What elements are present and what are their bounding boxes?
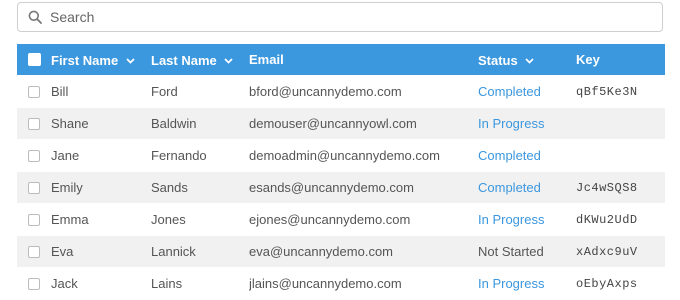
search-box[interactable] (17, 2, 663, 32)
row-select-cell (17, 85, 51, 98)
email-cell: demouser@uncannyowl.com (249, 116, 417, 131)
first-name-cell: Shane (51, 116, 89, 131)
last-name-cell: Jones (151, 212, 186, 227)
status-link[interactable]: Completed (478, 148, 576, 163)
table-row[interactable]: Emma Jones ejones@uncannydemo.com In Pro… (17, 204, 665, 236)
key-cell: Jc4wSQS8 (576, 180, 638, 195)
column-header-email[interactable]: Email (249, 52, 478, 67)
last-name-cell: Fernando (151, 148, 207, 163)
row-checkbox[interactable] (28, 245, 40, 258)
chevron-down-icon (126, 52, 135, 67)
select-all-cell (17, 53, 51, 66)
column-header-label: First Name (51, 52, 119, 68)
row-select-cell (17, 277, 51, 290)
status-link[interactable]: In Progress (478, 116, 576, 131)
table-row[interactable]: Eva Lannick eva@uncannydemo.com Not Star… (17, 236, 665, 268)
column-header-key: Key (576, 52, 665, 67)
email-cell: jlains@uncannydemo.com (249, 276, 402, 291)
first-name-cell: Bill (51, 84, 69, 99)
status-link[interactable]: In Progress (478, 276, 576, 291)
column-header-first-name[interactable]: First Name (51, 52, 151, 68)
row-select-cell (17, 117, 51, 130)
table-row[interactable]: Bill Ford bford@uncannydemo.com Complete… (17, 76, 665, 108)
row-select-cell (17, 245, 51, 258)
column-header-label: Email (249, 52, 284, 67)
row-checkbox[interactable] (28, 213, 40, 226)
users-table: First Name Last Name Email Status Key Bi… (17, 44, 665, 300)
first-name-cell: Jack (51, 276, 78, 291)
chevron-down-icon (525, 52, 534, 67)
table-row[interactable]: Jack Lains jlains@uncannydemo.com In Pro… (17, 268, 665, 300)
select-all-checkbox[interactable] (27, 53, 41, 66)
chevron-down-icon (224, 52, 234, 67)
search-input[interactable] (48, 8, 632, 26)
row-select-cell (17, 149, 51, 162)
email-cell: ejones@uncannydemo.com (249, 212, 411, 227)
table-row[interactable]: Shane Baldwin demouser@uncannyowl.com In… (17, 108, 665, 140)
column-header-status[interactable]: Status (478, 52, 576, 68)
status-link[interactable]: Completed (478, 180, 576, 195)
key-cell: dKWu2UdD (576, 212, 638, 227)
email-cell: esands@uncannydemo.com (249, 180, 414, 195)
table-header-row: First Name Last Name Email Status Key (17, 44, 665, 76)
first-name-cell: Jane (51, 148, 80, 163)
row-checkbox[interactable] (28, 149, 40, 162)
search-icon (28, 10, 42, 24)
status-link[interactable]: In Progress (478, 212, 576, 227)
email-cell: eva@uncannydemo.com (249, 244, 393, 259)
last-name-cell: Ford (151, 84, 178, 99)
last-name-cell: Lannick (151, 244, 196, 259)
row-checkbox[interactable] (28, 117, 40, 130)
first-name-cell: Emma (51, 212, 89, 227)
column-header-last-name[interactable]: Last Name (151, 52, 249, 68)
key-cell: xAdxc9uV (576, 244, 638, 259)
table-row[interactable]: Emily Sands esands@uncannydemo.com Compl… (17, 172, 665, 204)
row-select-cell (17, 213, 51, 226)
status-text: Not Started (478, 244, 544, 259)
first-name-cell: Emily (51, 180, 83, 195)
row-checkbox[interactable] (28, 277, 40, 290)
status-link[interactable]: Completed (478, 84, 576, 99)
last-name-cell: Sands (151, 180, 188, 195)
email-cell: demoadmin@uncannydemo.com (249, 148, 440, 163)
row-checkbox[interactable] (28, 181, 40, 194)
row-select-cell (17, 181, 51, 194)
table-row[interactable]: Jane Fernando demoadmin@uncannydemo.com … (17, 140, 665, 172)
last-name-cell: Lains (151, 276, 183, 291)
row-checkbox[interactable] (28, 85, 40, 98)
email-cell: bford@uncannydemo.com (249, 84, 402, 99)
column-header-label: Last Name (151, 52, 217, 68)
key-cell: qBf5Ke3N (576, 84, 638, 99)
first-name-cell: Eva (51, 244, 74, 259)
key-cell: oEbyAxps (576, 276, 638, 291)
column-header-label: Key (576, 52, 600, 67)
column-header-label: Status (478, 52, 518, 68)
last-name-cell: Baldwin (151, 116, 197, 131)
